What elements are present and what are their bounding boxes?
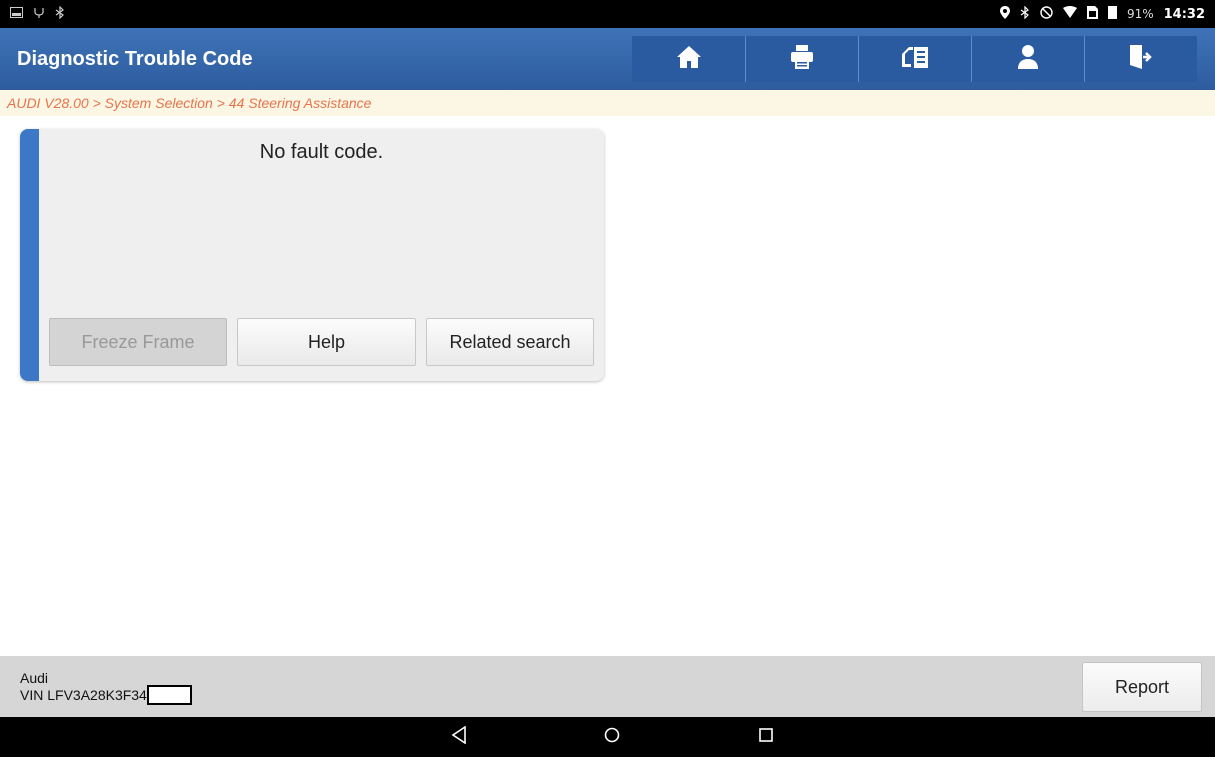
bluetooth-icon — [55, 5, 65, 23]
screenshot-icon — [10, 6, 23, 22]
recents-button[interactable] — [754, 725, 778, 749]
system-nav-bar — [0, 717, 1215, 757]
back-button[interactable] — [447, 725, 471, 749]
home-button[interactable] — [632, 36, 745, 82]
vehicle-info-bar: Audi VIN LFV3A28K3F34 — [0, 656, 1215, 717]
bluetooth-icon — [1020, 5, 1030, 23]
related-search-button[interactable]: Related search — [426, 318, 594, 366]
report-button[interactable]: Report — [1082, 662, 1202, 712]
status-bar: 91% 14:32 — [0, 0, 1215, 28]
user-icon — [1018, 44, 1038, 74]
freeze-frame-button[interactable]: Freeze Frame — [49, 318, 227, 366]
home-nav-button[interactable] — [600, 725, 624, 749]
usb-icon — [33, 6, 45, 22]
sim-icon — [1086, 5, 1098, 23]
page-title: Diagnostic Trouble Code — [17, 47, 253, 70]
vehicle-vin: VIN LFV3A28K3F34 — [20, 685, 192, 705]
status-bar-left — [10, 5, 65, 23]
recents-square-icon — [759, 727, 773, 747]
vin-text: VIN LFV3A28K3F34 — [20, 687, 147, 703]
home-circle-icon — [604, 727, 620, 748]
vehicle-make: Audi — [20, 670, 49, 686]
card-actions: Freeze Frame Help Related search — [49, 318, 594, 366]
battery-percent: 91% — [1126, 7, 1154, 21]
vin-redaction-box — [146, 685, 192, 705]
status-bar-right: 91% 14:32 — [999, 5, 1205, 23]
location-icon — [999, 5, 1010, 23]
help-button[interactable]: Help — [237, 318, 416, 366]
exit-icon — [1130, 44, 1152, 74]
fault-message: No fault code. — [259, 141, 384, 163]
header-toolbar — [632, 36, 1197, 82]
do-not-disturb-icon — [1040, 5, 1053, 23]
exit-button[interactable] — [1084, 36, 1197, 82]
print-icon — [791, 44, 813, 74]
print-button[interactable] — [745, 36, 858, 82]
user-button[interactable] — [971, 36, 1084, 82]
card-accent-bar — [20, 129, 39, 381]
title-bar: Diagnostic Trouble Code — [0, 28, 1215, 90]
back-triangle-icon — [451, 725, 467, 749]
signal-icon — [1107, 5, 1117, 23]
wifi-icon — [1062, 6, 1077, 22]
edit-list-icon — [900, 45, 930, 74]
clock: 14:32 — [1163, 6, 1205, 22]
home-icon — [676, 45, 701, 73]
breadcrumb: AUDI V28.00 > System Selection > 44 Stee… — [0, 90, 1215, 116]
result-card: No fault code. Freeze Frame Help Related… — [20, 129, 604, 381]
edit-list-button[interactable] — [858, 36, 971, 82]
